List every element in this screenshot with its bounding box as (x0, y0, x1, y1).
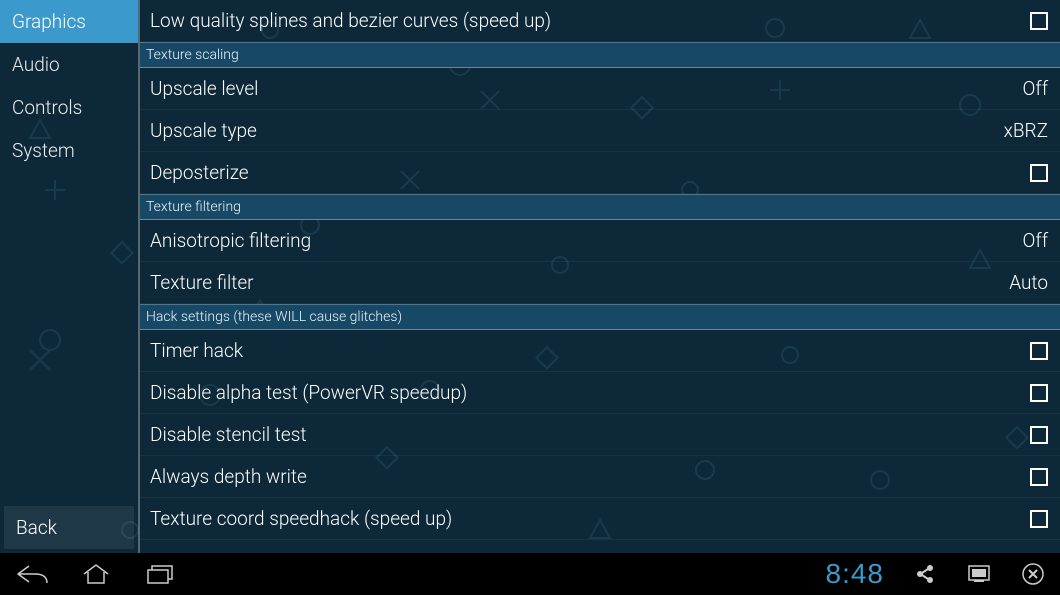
screenshot-icon[interactable] (966, 561, 992, 587)
setting-value: Off (1023, 77, 1048, 100)
back-button[interactable]: Back (4, 506, 134, 549)
setting-label: Disable stencil test (150, 423, 306, 446)
setting-label: Always depth write (150, 465, 307, 488)
setting-label: Upscale type (150, 119, 257, 142)
setting-label: Texture coord speedhack (speed up) (150, 507, 452, 530)
checkbox-icon (1030, 384, 1048, 402)
section-header-texture-scaling: Texture scaling (140, 42, 1060, 68)
android-navbar: 8:48 (0, 553, 1060, 595)
setting-label: Deposterize (150, 161, 249, 184)
setting-anisotropic-filtering[interactable]: Anisotropic filtering Off (140, 220, 1060, 262)
checkbox-icon (1030, 12, 1048, 30)
setting-upscale-level[interactable]: Upscale level Off (140, 68, 1060, 110)
sidebar-item-controls[interactable]: Controls (0, 86, 138, 129)
setting-value: xBRZ (1004, 119, 1048, 142)
sidebar-item-graphics[interactable]: Graphics (0, 0, 138, 43)
setting-always-depth-write[interactable]: Always depth write (140, 456, 1060, 498)
setting-upscale-type[interactable]: Upscale type xBRZ (140, 110, 1060, 152)
setting-deposterize[interactable]: Deposterize (140, 152, 1060, 194)
share-icon[interactable] (912, 561, 938, 587)
home-icon[interactable] (78, 562, 114, 586)
setting-label: Anisotropic filtering (150, 229, 311, 252)
setting-disable-alpha-test[interactable]: Disable alpha test (PowerVR speedup) (140, 372, 1060, 414)
setting-low-quality-splines[interactable]: Low quality splines and bezier curves (s… (140, 0, 1060, 42)
checkbox-icon (1030, 426, 1048, 444)
checkbox-icon (1030, 510, 1048, 528)
setting-timer-hack[interactable]: Timer hack (140, 330, 1060, 372)
setting-label: Disable alpha test (PowerVR speedup) (150, 381, 467, 404)
setting-label: Upscale level (150, 77, 258, 100)
setting-label: Texture filter (150, 271, 254, 294)
setting-texture-coord-speedhack[interactable]: Texture coord speedhack (speed up) (140, 498, 1060, 540)
setting-label: Timer hack (150, 339, 243, 362)
sidebar: Graphics Audio Controls System Back (0, 0, 138, 553)
recent-apps-icon[interactable] (142, 562, 178, 586)
status-clock: 8:48 (826, 558, 885, 590)
sidebar-item-system[interactable]: System (0, 129, 138, 172)
close-icon[interactable] (1020, 561, 1046, 587)
section-header-texture-filtering: Texture filtering (140, 194, 1060, 220)
setting-value: Auto (1009, 271, 1048, 294)
checkbox-icon (1030, 468, 1048, 486)
setting-value: Off (1023, 229, 1048, 252)
settings-panel: Low quality splines and bezier curves (s… (138, 0, 1060, 553)
section-header-hack-settings: Hack settings (these WILL cause glitches… (140, 304, 1060, 330)
checkbox-icon (1030, 342, 1048, 360)
sidebar-item-audio[interactable]: Audio (0, 43, 138, 86)
back-icon[interactable] (14, 562, 50, 586)
setting-disable-stencil-test[interactable]: Disable stencil test (140, 414, 1060, 456)
checkbox-icon (1030, 164, 1048, 182)
setting-texture-filter[interactable]: Texture filter Auto (140, 262, 1060, 304)
setting-label: Low quality splines and bezier curves (s… (150, 9, 551, 32)
